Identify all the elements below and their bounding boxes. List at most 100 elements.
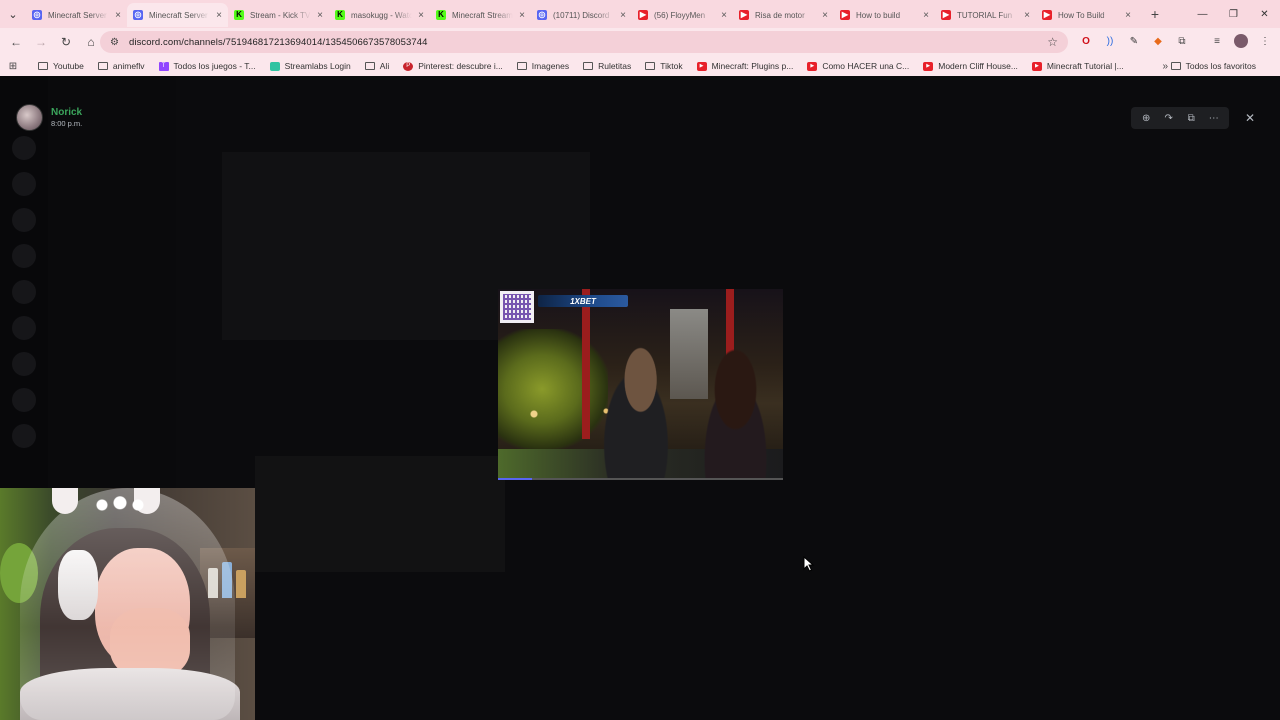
kick-icon: K xyxy=(335,10,345,20)
pinterest-icon: P xyxy=(403,61,414,71)
bookmark-label: Tiktok xyxy=(660,61,683,71)
bookmark-item[interactable]: Tiktok xyxy=(645,61,683,71)
new-tab-button[interactable]: + xyxy=(1143,2,1167,26)
close-tab-icon[interactable]: × xyxy=(1022,10,1032,21)
bookmark-list: Youtube animeflv T Todos los juegos - T... S… xyxy=(38,61,1138,71)
browser-tab[interactable]: ▶ TUTORIAL Fun × xyxy=(935,3,1036,27)
apps-grid-icon[interactable]: ⊞ xyxy=(0,61,26,72)
minimize-icon[interactable]: — xyxy=(1187,0,1218,28)
tab-title: How to build xyxy=(856,10,901,20)
close-tab-icon[interactable]: × xyxy=(719,10,729,21)
bookmark-item[interactable]: P Pinterest: descubre i... xyxy=(403,61,503,71)
tab-title: How To Build xyxy=(1058,10,1105,20)
browser-tab[interactable]: ▶ (56) FloyyMen × xyxy=(632,3,733,27)
browser-tab[interactable]: ◎ Minecraft Server × xyxy=(127,3,228,27)
tab-search-icon[interactable]: ⌄ xyxy=(0,0,26,28)
browser-tab-bar: ⌄ ◎ Minecraft Server × ◎ Minecraft Server × K S… xyxy=(0,0,1280,28)
bookmark-item[interactable]: ▶ Minecraft: Plugins p... xyxy=(696,61,793,71)
author-meta: Norick 8:00 p.m. xyxy=(51,107,82,129)
profile-avatar-icon[interactable] xyxy=(1234,34,1248,48)
forward-share-icon[interactable]: ↷ xyxy=(1161,110,1177,126)
zoom-icon[interactable]: ⊕ xyxy=(1138,110,1154,126)
browser-tab[interactable]: ▶ Risa de motor × xyxy=(733,3,834,27)
background-video-thumbnail xyxy=(255,456,505,572)
bookmark-label: Minecraft Tutorial |... xyxy=(1046,61,1124,71)
close-viewer-icon[interactable]: ✕ xyxy=(1240,108,1260,128)
close-tab-icon[interactable]: × xyxy=(820,10,830,21)
back-icon[interactable]: ← xyxy=(4,30,28,54)
forward-icon[interactable]: → xyxy=(29,30,53,54)
open-in-browser-icon[interactable]: ⧉ xyxy=(1183,110,1199,126)
streamlabs-icon xyxy=(269,61,280,71)
translate-extension-icon[interactable]: )) xyxy=(1103,34,1117,48)
video-player[interactable]: 1XBET xyxy=(498,289,783,480)
reload-icon[interactable]: ↻ xyxy=(54,30,78,54)
folder-icon xyxy=(516,62,527,70)
bookmark-item[interactable]: ▶ Minecraft Tutorial |... xyxy=(1031,61,1124,71)
browser-tab[interactable]: Kmasokugg - Watch × xyxy=(329,3,430,27)
close-tab-icon[interactable]: × xyxy=(315,10,325,21)
bookmark-item[interactable]: Ruletitas xyxy=(583,61,631,71)
close-tab-icon[interactable]: × xyxy=(113,10,123,21)
extensions-puzzle-icon[interactable]: ⧉ xyxy=(1175,34,1189,48)
browser-tab[interactable]: ◎ (10711) Discord × xyxy=(531,3,632,27)
bookmark-item[interactable]: ▶ Como HACER una C... xyxy=(807,61,909,71)
close-tab-icon[interactable]: × xyxy=(921,10,931,21)
flower-crown-icon xyxy=(90,494,150,516)
bookmark-item[interactable]: ▶ Modern Cliff House... xyxy=(923,61,1018,71)
video-frame-person xyxy=(590,341,682,480)
bookmark-item[interactable]: animeflv xyxy=(97,61,145,71)
sponsor-text: 1XBET xyxy=(570,296,596,306)
close-window-icon[interactable]: ✕ xyxy=(1249,0,1280,28)
browser-menu-icon[interactable]: ⋮ xyxy=(1258,34,1272,48)
message-timestamp: 8:00 p.m. xyxy=(51,118,83,128)
bookmark-label: Todos los juegos - T... xyxy=(173,61,256,71)
window-controls: — ❐ ✕ xyxy=(1187,0,1280,28)
more-options-icon[interactable]: ⋯ xyxy=(1206,110,1222,126)
browser-tab[interactable]: ◎ Minecraft Server × xyxy=(26,3,127,27)
bookmark-label: Youtube xyxy=(53,61,84,71)
browser-tab[interactable]: K Minecraft Stream × xyxy=(430,3,531,27)
metamask-extension-icon[interactable]: ◆ xyxy=(1151,34,1165,48)
bookmark-item[interactable]: Imagenes xyxy=(516,61,569,71)
bookmark-item[interactable]: T Todos los juegos - T... xyxy=(158,61,256,71)
bookmark-label: animeflv xyxy=(112,61,145,71)
media-toolbar: ⊕ ↷ ⧉ ⋯ xyxy=(1131,107,1229,129)
site-info-icon[interactable]: ⚙ xyxy=(110,37,119,48)
media-controls-icon[interactable]: ≡ xyxy=(1210,34,1224,48)
browser-tab[interactable]: ▶ How to build × xyxy=(834,3,935,27)
close-tab-icon[interactable]: × xyxy=(1123,10,1133,21)
video-progress-fill xyxy=(498,478,533,480)
youtube-icon: ▶ xyxy=(1031,61,1042,71)
discord-icon: ◎ xyxy=(32,10,42,20)
browser-tab[interactable]: K Stream - Kick TV × xyxy=(228,3,329,27)
server-icon xyxy=(12,208,36,232)
url-bar[interactable]: ⚙ discord.com/channels/75194681721369401… xyxy=(100,31,1068,53)
all-bookmarks-label: Todos los favoritos xyxy=(1185,61,1256,71)
more-bookmarks-icon[interactable]: » xyxy=(1162,61,1168,72)
bunny-ear-icon xyxy=(52,488,78,514)
video-progress-bar[interactable] xyxy=(498,478,783,480)
bookmark-item[interactable]: Streamlabs Login xyxy=(269,61,351,71)
avatar[interactable] xyxy=(16,104,43,131)
close-tab-icon[interactable]: × xyxy=(618,10,628,21)
bookmark-item[interactable]: Ali xyxy=(364,61,389,71)
restore-icon[interactable]: ❐ xyxy=(1218,0,1249,28)
tab-title: Minecraft Stream xyxy=(452,10,513,20)
bookmark-item[interactable]: Youtube xyxy=(38,61,84,71)
tab-title: masokugg - Watch xyxy=(351,10,412,20)
opera-extension-icon[interactable]: O xyxy=(1079,34,1093,48)
server-icon xyxy=(12,280,36,304)
bookmark-star-icon[interactable]: ☆ xyxy=(1047,35,1058,49)
all-bookmarks-folder[interactable]: Todos los favoritos xyxy=(1170,61,1256,71)
server-icon xyxy=(12,172,36,196)
qr-code-icon xyxy=(500,291,534,323)
tab-title: TUTORIAL Fun xyxy=(957,10,1013,20)
extension-icon[interactable]: ✎ xyxy=(1127,34,1141,48)
close-tab-icon[interactable]: × xyxy=(214,10,224,21)
close-tab-icon[interactable]: × xyxy=(517,10,527,21)
close-tab-icon[interactable]: × xyxy=(416,10,426,21)
author-name[interactable]: Norick xyxy=(51,107,82,119)
video-frame-person xyxy=(688,341,783,480)
browser-tab[interactable]: ▶ How To Build × xyxy=(1036,3,1137,27)
